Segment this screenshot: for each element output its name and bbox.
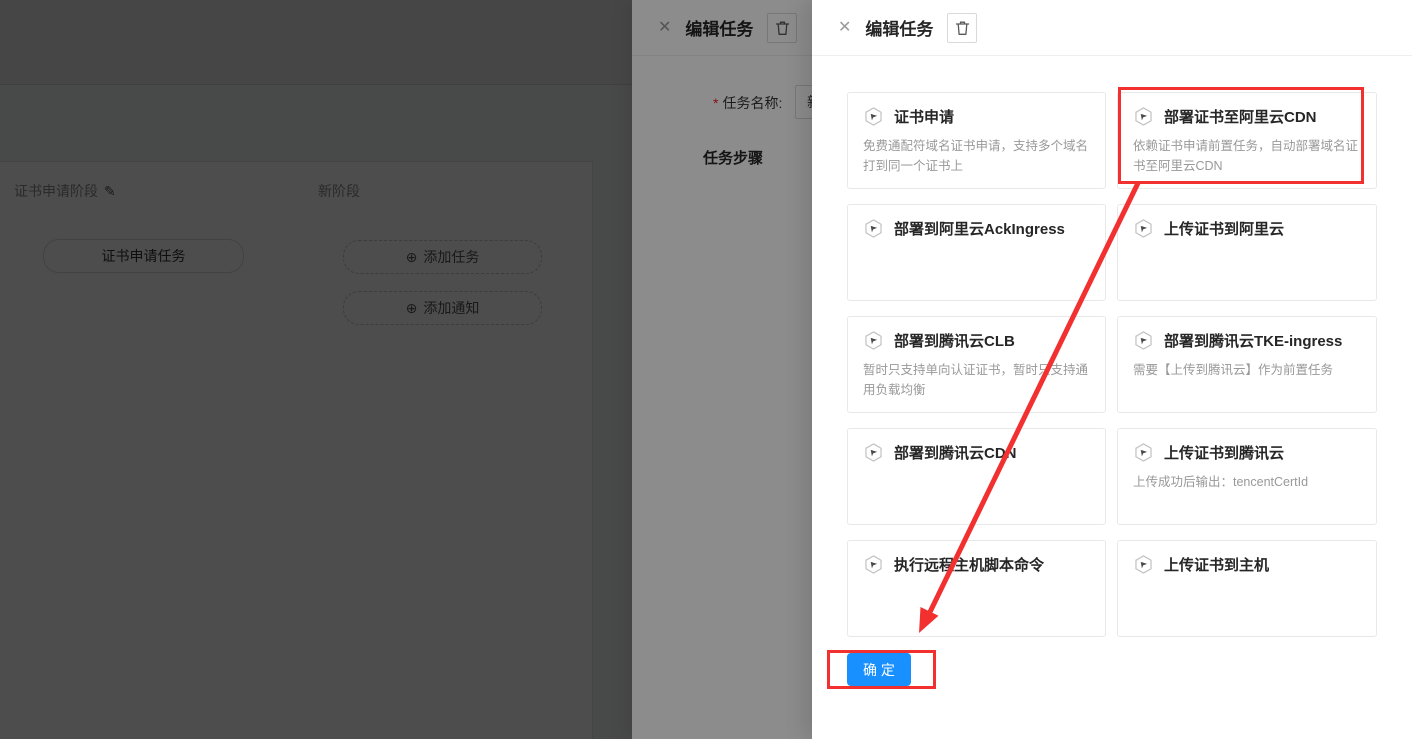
task-card-title: 执行远程主机脚本命令	[894, 554, 1044, 575]
drawer-title: 编辑任务	[865, 15, 933, 40]
app-root: 证书申请阶段 ✎ 新阶段 证书申请任务 ⊕ 添加任务 ⊕ 添加通知 ✕ 编辑任务	[0, 0, 1412, 739]
task-type-card[interactable]: 部署到腾讯云TKE-ingress 需要【上传到腾讯云】作为前置任务	[1117, 316, 1377, 413]
task-card-title: 证书申请	[894, 106, 954, 127]
task-card-description: 暂时只支持单向认证证书，暂时只支持通用负载均衡	[863, 360, 1090, 401]
task-hexagon-icon	[863, 330, 884, 351]
task-card-header: 部署到腾讯云CLB	[863, 330, 1090, 351]
task-hexagon-icon	[863, 106, 884, 127]
task-card-header: 部署到腾讯云CDN	[863, 442, 1090, 463]
task-card-header: 证书申请	[863, 106, 1090, 127]
task-card-header: 执行远程主机脚本命令	[863, 554, 1090, 575]
task-hexagon-icon	[1133, 442, 1154, 463]
task-card-title: 上传证书到腾讯云	[1164, 442, 1284, 463]
trash-icon	[955, 20, 970, 36]
task-hexagon-icon	[863, 218, 884, 239]
close-icon[interactable]: ✕	[838, 20, 851, 36]
task-card-title: 部署证书至阿里云CDN	[1164, 106, 1317, 127]
task-card-title: 上传证书到阿里云	[1164, 218, 1284, 239]
task-type-card[interactable]: 部署到腾讯云CLB 暂时只支持单向认证证书，暂时只支持通用负载均衡	[847, 316, 1106, 413]
task-type-card[interactable]: 上传证书到腾讯云 上传成功后输出：tencentCertId	[1117, 428, 1377, 525]
task-hexagon-icon	[1133, 554, 1154, 575]
confirm-row: 确 定	[847, 653, 1389, 686]
task-card-description: 上传成功后输出：tencentCertId	[1133, 472, 1361, 492]
task-type-card[interactable]: 部署到阿里云AckIngress	[847, 204, 1106, 301]
task-hexagon-icon	[1133, 106, 1154, 127]
task-card-header: 上传证书到阿里云	[1133, 218, 1361, 239]
task-type-card[interactable]: 部署证书至阿里云CDN 依赖证书申请前置任务，自动部署域名证书至阿里云CDN	[1117, 92, 1377, 189]
task-hexagon-icon	[1133, 218, 1154, 239]
task-card-title: 部署到阿里云AckIngress	[894, 218, 1065, 239]
task-type-card[interactable]: 执行远程主机脚本命令	[847, 540, 1106, 637]
task-card-title: 部署到腾讯云CDN	[894, 442, 1017, 463]
task-card-description: 免费通配符域名证书申请，支持多个域名打到同一个证书上	[863, 136, 1090, 177]
task-type-card[interactable]: 上传证书到阿里云	[1117, 204, 1377, 301]
task-hexagon-icon	[1133, 330, 1154, 351]
task-card-title: 部署到腾讯云TKE-ingress	[1164, 330, 1342, 351]
task-type-card[interactable]: 部署到腾讯云CDN	[847, 428, 1106, 525]
task-card-header: 上传证书到腾讯云	[1133, 442, 1361, 463]
task-card-description: 需要【上传到腾讯云】作为前置任务	[1133, 360, 1361, 380]
task-card-header: 部署到阿里云AckIngress	[863, 218, 1090, 239]
drawer-header: ✕ 编辑任务	[812, 0, 1412, 56]
task-card-title: 上传证书到主机	[1164, 554, 1269, 575]
task-card-grid: 证书申请 免费通配符域名证书申请，支持多个域名打到同一个证书上 部署证书至阿里云…	[847, 92, 1389, 637]
confirm-button[interactable]: 确 定	[847, 653, 911, 686]
edit-task-drawer-front: ✕ 编辑任务 证书申请 免费通配符域名证书申请，支持多个域名打到同一个证书上	[812, 0, 1412, 739]
delete-task-button[interactable]	[947, 13, 977, 43]
task-card-header: 上传证书到主机	[1133, 554, 1361, 575]
task-card-header: 部署到腾讯云TKE-ingress	[1133, 330, 1361, 351]
task-type-list: 证书申请 免费通配符域名证书申请，支持多个域名打到同一个证书上 部署证书至阿里云…	[812, 55, 1412, 739]
task-type-card[interactable]: 上传证书到主机	[1117, 540, 1377, 637]
task-hexagon-icon	[863, 554, 884, 575]
task-card-title: 部署到腾讯云CLB	[894, 330, 1015, 351]
task-hexagon-icon	[863, 442, 884, 463]
task-card-description: 依赖证书申请前置任务，自动部署域名证书至阿里云CDN	[1133, 136, 1361, 177]
task-type-card[interactable]: 证书申请 免费通配符域名证书申请，支持多个域名打到同一个证书上	[847, 92, 1106, 189]
task-card-header: 部署证书至阿里云CDN	[1133, 106, 1361, 127]
